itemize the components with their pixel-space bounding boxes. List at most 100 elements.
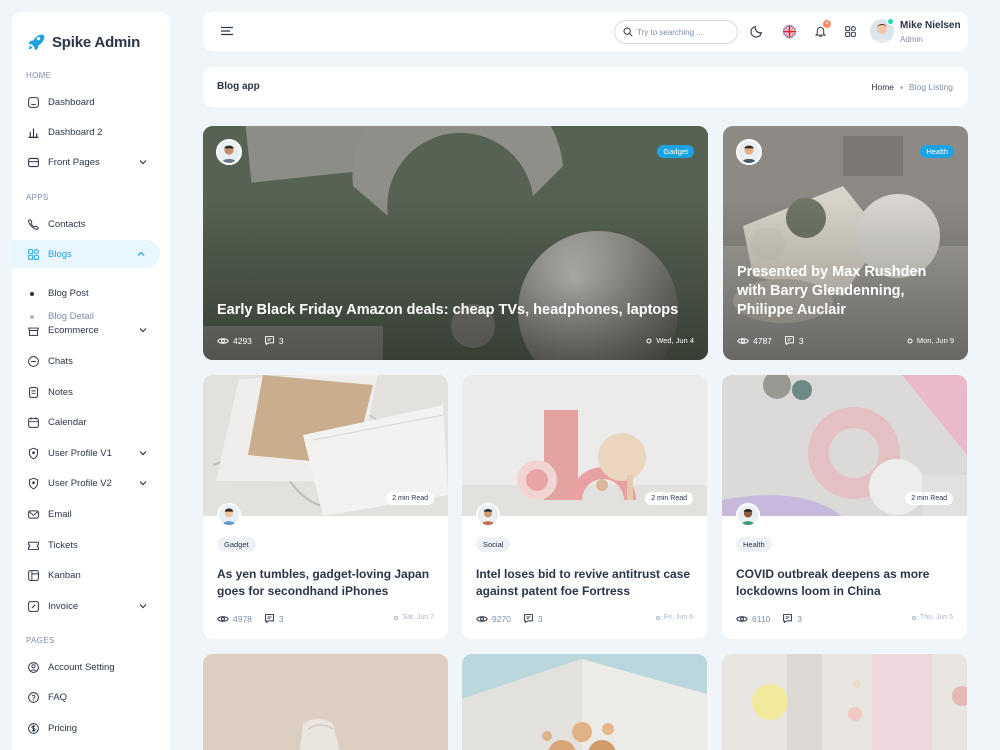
author-avatar-illustration [218, 141, 240, 163]
layout-icon [26, 155, 40, 169]
featured-post-card[interactable]: Gadget Early Black Friday Amazon deals: … [203, 126, 708, 360]
bullet-icon [30, 291, 34, 296]
top-header: 4 Mike Nielsen Admin [203, 12, 968, 51]
comment-icon [265, 614, 274, 624]
post-date: Fri, Jun 6 [655, 614, 693, 621]
search-box[interactable] [614, 20, 738, 44]
post-title[interactable]: Presented by Max Rushden with Barry Glen… [737, 263, 957, 320]
post-stats: 4978 3 [217, 613, 284, 624]
sidebar-item-email[interactable]: Email [12, 500, 162, 528]
image-overlay [203, 126, 708, 360]
sidebar-item-dashboard[interactable]: Dashboard [12, 88, 162, 116]
sidebar-item-kanban[interactable]: Kanban [12, 561, 162, 589]
user-shield-icon [26, 446, 40, 460]
post-date: Wed, Jun 4 [646, 336, 694, 345]
post-title[interactable]: Intel loses bid to revive antitrust case… [476, 566, 694, 599]
breadcrumb-current: Blog Listing [909, 82, 953, 92]
post-title[interactable]: As yen tumbles, gadget-loving Japan goes… [217, 566, 435, 599]
page-title-bar: Blog app Home Blog Listing [203, 67, 968, 107]
sidebar-item-chats[interactable]: Chats [12, 347, 162, 375]
post-stats: 4787 3 [737, 335, 804, 346]
post-card[interactable]: 2 min Read Gadget As yen tumbles, gadget… [203, 375, 448, 639]
category-tag[interactable]: Health [920, 145, 954, 158]
apps-button[interactable] [842, 23, 858, 39]
sidebar-item-ecommerce[interactable]: Ecommerce [12, 316, 162, 344]
chat-icon [26, 354, 40, 368]
online-status-dot [887, 18, 894, 25]
notes-icon [26, 385, 40, 399]
user-shield-icon [26, 476, 40, 490]
sidebar-item-invoice[interactable]: Invoice [12, 592, 162, 620]
post-card[interactable]: 2 min Read Health COVID outbreak deepens… [722, 375, 967, 639]
post-card[interactable] [462, 654, 707, 750]
dot-icon [655, 615, 660, 620]
post-card[interactable] [203, 654, 448, 750]
post-card[interactable] [722, 654, 967, 750]
sidebar-item-label: Dashboard [48, 96, 95, 108]
sidebar-item-account-setting[interactable]: Account Setting [12, 653, 162, 681]
sidebar-item-front-pages[interactable]: Front Pages [12, 148, 162, 176]
search-input[interactable] [637, 27, 727, 37]
user-name: Mike Nielsen [900, 20, 961, 31]
sidebar-item-label: Ecommerce [48, 324, 99, 336]
category-tag[interactable]: Health [736, 537, 772, 552]
author-avatar[interactable] [736, 503, 760, 527]
sidebar-item-faq[interactable]: FAQ [12, 683, 162, 711]
post-date-text: Mon, Jun 9 [916, 336, 954, 345]
chevron-down-icon [139, 160, 147, 165]
sidebar-item-label: Email [48, 508, 72, 520]
sidebar-item-notes[interactable]: Notes [12, 378, 162, 406]
sidebar-item-user-profile-v1[interactable]: User Profile V1 [12, 439, 162, 467]
comment-icon [783, 614, 793, 624]
sidebar-item-label: Tickets [48, 539, 78, 551]
post-title[interactable]: COVID outbreak deepens as more lockdowns… [736, 566, 954, 599]
post-stats: 4293 3 [217, 335, 284, 346]
language-selector[interactable] [781, 23, 797, 39]
breadcrumb-home[interactable]: Home [871, 82, 894, 92]
author-avatar-illustration [738, 505, 758, 525]
user-role: Admin [900, 35, 923, 44]
featured-post-card[interactable]: Health Presented by Max Rushden with Bar… [723, 126, 968, 360]
author-avatar[interactable] [476, 503, 500, 527]
sidebar-item-dashboard2[interactable]: Dashboard 2 [12, 118, 162, 146]
dot-icon [394, 615, 399, 620]
notifications-button[interactable]: 4 [812, 20, 831, 39]
view-count: 9270 [492, 613, 511, 624]
brand[interactable]: Spike Admin [26, 22, 140, 62]
view-count: 4293 [233, 335, 252, 346]
image-overlay [723, 126, 968, 360]
category-tag[interactable]: Gadget [657, 145, 694, 158]
category-tag[interactable]: Social [476, 537, 511, 552]
post-cover-illustration [462, 654, 707, 750]
section-pages: Pages [26, 636, 55, 645]
sidebar-item-label: Kanban [48, 569, 81, 581]
post-cover-illustration [722, 654, 967, 750]
sidebar-item-calendar[interactable]: Calendar [12, 408, 162, 436]
sidebar: Spike Admin Home Dashboard Dashboard 2 F… [12, 12, 170, 750]
author-avatar[interactable] [217, 503, 241, 527]
post-card[interactable]: 2 min Read Social Intel loses bid to rev… [462, 375, 707, 639]
category-tag[interactable]: Gadget [217, 537, 256, 552]
menu-icon[interactable] [221, 26, 233, 36]
calendar-icon [26, 415, 40, 429]
author-avatar[interactable] [216, 139, 242, 165]
sidebar-item-contacts[interactable]: Contacts [12, 210, 162, 238]
author-avatar[interactable] [736, 139, 762, 165]
post-date: Mon, Jun 9 [907, 336, 954, 345]
notification-count-badge: 4 [823, 20, 831, 28]
sidebar-item-tickets[interactable]: Tickets [12, 531, 162, 559]
post-date: Sat, Jun 7 [394, 614, 434, 621]
sidebar-subitem-blog-post[interactable]: Blog Post [30, 288, 89, 299]
blog-grid-icon [26, 247, 40, 261]
chevron-down-icon [139, 451, 147, 456]
shop-icon [26, 323, 40, 337]
sidebar-item-label: Blog Post [48, 288, 89, 299]
sidebar-item-blogs[interactable]: Blogs [12, 240, 160, 268]
read-time-badge: 2 min Read [645, 492, 693, 505]
sidebar-item-user-profile-v2[interactable]: User Profile V2 [12, 469, 162, 497]
comment-count: 3 [537, 613, 543, 624]
page-title: Blog app [217, 81, 260, 92]
sidebar-item-pricing[interactable]: Pricing [12, 714, 162, 742]
post-title[interactable]: Early Black Friday Amazon deals: cheap T… [217, 301, 687, 320]
dark-mode-toggle[interactable] [749, 23, 765, 39]
